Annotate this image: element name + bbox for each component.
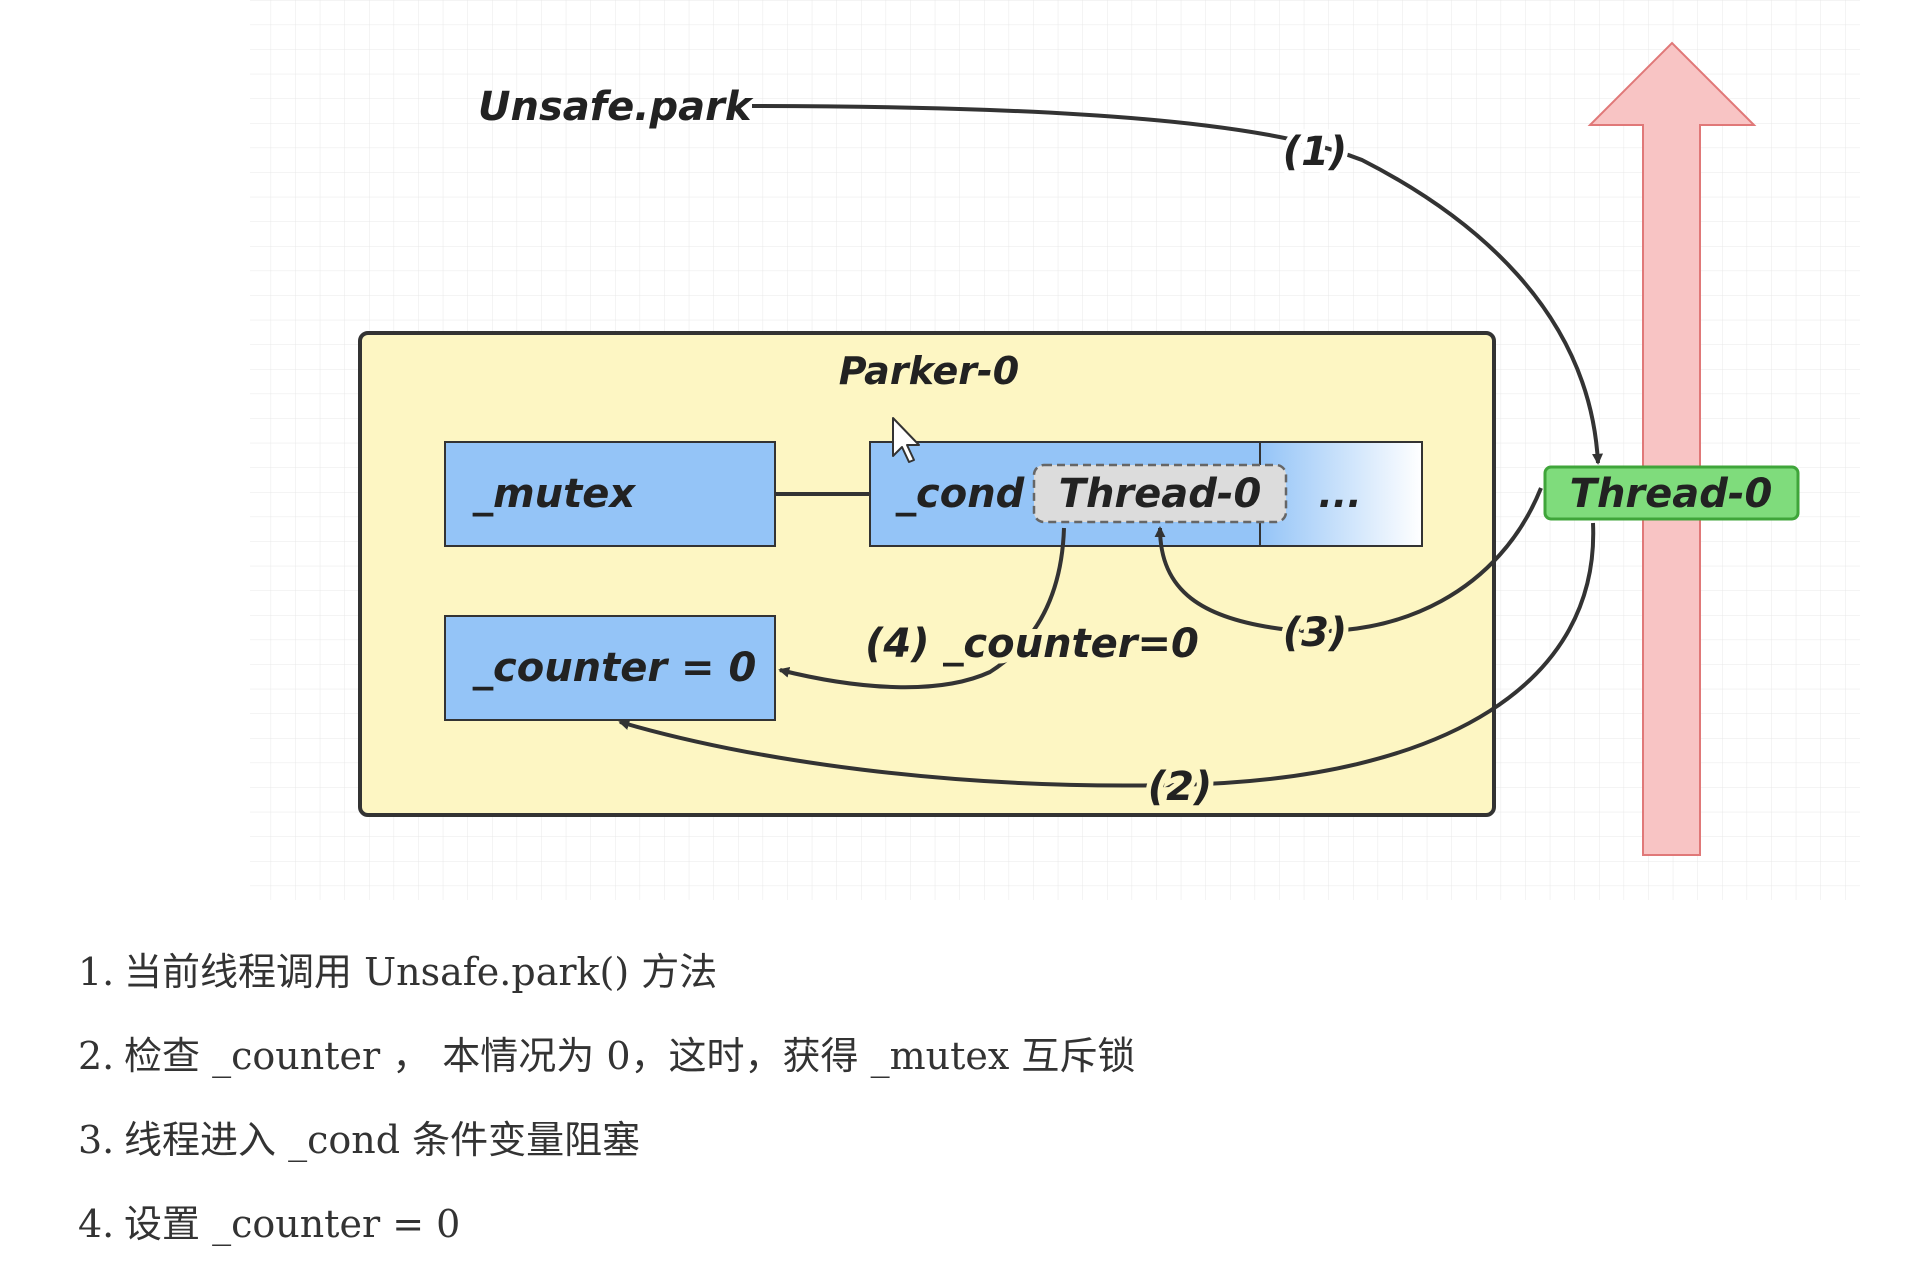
step-item: 4. 设置 _counter = 0 — [78, 1182, 1135, 1266]
step-list: 1. 当前线程调用 Unsafe.park() 方法 2. 检查 _counter … — [78, 930, 1135, 1266]
step-item: 1. 当前线程调用 Unsafe.park() 方法 — [78, 930, 1135, 1014]
step-text: 设置 _counter = 0 — [124, 1202, 461, 1246]
step-text: 检查 _counter ， 本情况为 0，这时，获得 _mutex 互斥锁 — [124, 1034, 1136, 1078]
unsafe-park-label: Unsafe.park — [478, 84, 754, 130]
counter-label: _counter = 0 — [472, 645, 756, 691]
thread-label: Thread-0 — [1570, 471, 1773, 517]
step2-marker: (2) — [1148, 764, 1212, 810]
parker-diagram: Parker-0 _mutex _cond Thread-0 ... _coun… — [250, 0, 1860, 900]
cond-more-label: ... — [1318, 472, 1361, 516]
step-number: 1. — [78, 950, 115, 994]
step-item: 2. 检查 _counter ， 本情况为 0，这时，获得 _mutex 互斥锁 — [78, 1014, 1135, 1098]
step4-marker: (4) _counter=0 — [865, 621, 1199, 667]
cond-label: _cond — [895, 471, 1025, 517]
step-text: 线程进入 _cond 条件变量阻塞 — [124, 1118, 641, 1162]
cond-waiting-thread-label: Thread-0 — [1059, 471, 1262, 517]
parker-title: Parker-0 — [839, 349, 1019, 393]
step-number: 3. — [78, 1118, 115, 1162]
step3-marker: (3) — [1283, 610, 1347, 656]
mutex-label: _mutex — [472, 471, 636, 517]
step-number: 2. — [78, 1034, 115, 1078]
step-number: 4. — [78, 1202, 115, 1246]
step1-marker: (1) — [1283, 129, 1347, 175]
parker-box — [358, 331, 1496, 817]
step-item: 3. 线程进入 _cond 条件变量阻塞 — [78, 1098, 1135, 1182]
step-text: 当前线程调用 Unsafe.park() 方法 — [124, 950, 718, 994]
